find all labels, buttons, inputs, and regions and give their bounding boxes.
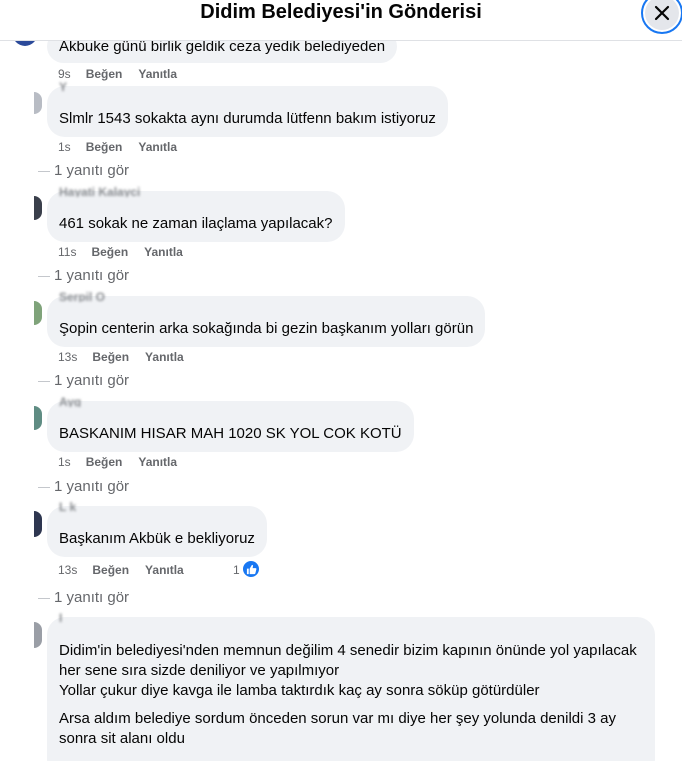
comment-text: Şopin centerin arka sokağında bi gezin b…	[59, 320, 474, 337]
comment-bubble: Serpil O Şopin centerin arka sokağında b…	[47, 292, 486, 347]
comment-author[interactable]: Ayg	[59, 397, 81, 407]
thread-line	[38, 486, 50, 488]
avatar[interactable]	[34, 511, 42, 537]
view-replies-label: 1 yanıtı gör	[54, 372, 130, 389]
like-button[interactable]: Beğen	[86, 454, 123, 470]
comment-author[interactable]: Serpil O	[59, 292, 105, 302]
comment-bubble: Hayati Kalayci 461 sokak ne zaman ilaçla…	[47, 187, 345, 242]
comment-actions: 13s Beğen Yanıtla	[58, 349, 184, 365]
like-button[interactable]: Beğen	[92, 562, 129, 578]
comment-bubble: I Didim'in belediyesi'nden memnun değili…	[47, 613, 655, 761]
like-button[interactable]: Beğen	[92, 349, 129, 365]
thread-line	[38, 170, 50, 172]
avatar[interactable]	[34, 406, 42, 430]
comment-bubble: Y Slmlr 1543 sokakta aynı durumda lütfen…	[47, 82, 448, 137]
comment-author[interactable]: L k	[59, 502, 76, 512]
reply-button[interactable]: Yanıtla	[138, 454, 177, 470]
comment-actions: 1s Beğen Yanıtla	[58, 454, 177, 470]
comment-time[interactable]: 1s	[58, 139, 71, 155]
comment-author[interactable]: I	[59, 613, 62, 623]
view-replies-label: 1 yanıtı gör	[54, 267, 130, 284]
reply-button[interactable]: Yanıtla	[145, 349, 184, 365]
thread-line	[38, 597, 50, 599]
avatar[interactable]	[34, 622, 42, 648]
comment-time[interactable]: 13s	[58, 562, 77, 578]
avatar[interactable]	[34, 301, 42, 325]
comment-paragraph: Arsa aldım belediye sordum önceden sorun…	[59, 710, 616, 747]
view-replies-link[interactable]: 1 yanıtı gör	[38, 371, 129, 391]
comment-actions: 9s Beğen Yanıtla	[58, 66, 177, 82]
comment-paragraph: Yollar çukur diye kavga ile lamba taktır…	[59, 682, 540, 699]
comment-bubble: Ayg BASKANIM HISAR MAH 1020 SK YOL COK K…	[47, 397, 414, 452]
view-replies-link[interactable]: 1 yanıtı gör	[38, 161, 129, 181]
comment-author[interactable]: Hayati Kalayci	[59, 187, 140, 197]
like-button[interactable]: Beğen	[86, 66, 123, 82]
comment-bubble: L k Başkanım Akbük e bekliyoruz	[47, 502, 267, 557]
comment-time[interactable]: 1s	[58, 454, 71, 470]
comment-text: BASKANIM HISAR MAH 1020 SK YOL COK KOTÜ	[59, 425, 402, 442]
comment-actions: 13s Beğen Yanıtla	[58, 562, 184, 578]
comment-text: Başkanım Akbük e bekliyoruz	[59, 530, 255, 547]
thread-line	[38, 275, 50, 277]
page-title: Didim Belediyesi'in Gönderisi	[200, 1, 482, 23]
comment-time[interactable]: 13s	[58, 349, 77, 365]
view-replies-link[interactable]: 1 yanıtı gör	[38, 588, 129, 608]
comment-text: 461 sokak ne zaman ilaçlama yapılacak?	[59, 215, 333, 232]
like-count[interactable]: 1	[233, 562, 240, 578]
view-replies-link[interactable]: 1 yanıtı gör	[38, 266, 129, 286]
comment-actions: 11s Beğen Yanıtla	[58, 244, 183, 260]
view-replies-label: 1 yanıtı gör	[54, 589, 130, 606]
comment-author[interactable]: Y	[59, 82, 67, 92]
view-replies-label: 1 yanıtı gör	[54, 162, 130, 179]
avatar[interactable]	[34, 92, 42, 114]
thumbs-up-icon[interactable]	[242, 560, 260, 578]
avatar[interactable]	[34, 196, 42, 220]
like-button[interactable]: Beğen	[86, 139, 123, 155]
like-button[interactable]: Beğen	[91, 244, 128, 260]
reply-button[interactable]: Yanıtla	[144, 244, 183, 260]
comment-actions: 1s Beğen Yanıtla	[58, 139, 177, 155]
thread-line	[38, 380, 50, 382]
view-replies-link[interactable]: 1 yanıtı gör	[38, 477, 129, 497]
comment-time[interactable]: 11s	[58, 244, 76, 260]
dialog-header: Didim Belediyesi'in Gönderisi	[0, 0, 682, 41]
comment-paragraph: Didim'in belediyesi'nden memnun değilim …	[59, 642, 637, 679]
close-button[interactable]	[641, 0, 682, 34]
comment-time[interactable]: 9s	[58, 66, 71, 82]
view-replies-label: 1 yanıtı gör	[54, 478, 130, 495]
reply-button[interactable]: Yanıtla	[145, 562, 184, 578]
close-icon	[654, 5, 670, 21]
reply-button[interactable]: Yanıtla	[138, 66, 177, 82]
reply-button[interactable]: Yanıtla	[138, 139, 177, 155]
comment-text: Slmlr 1543 sokakta aynı durumda lütfenn …	[59, 110, 436, 127]
